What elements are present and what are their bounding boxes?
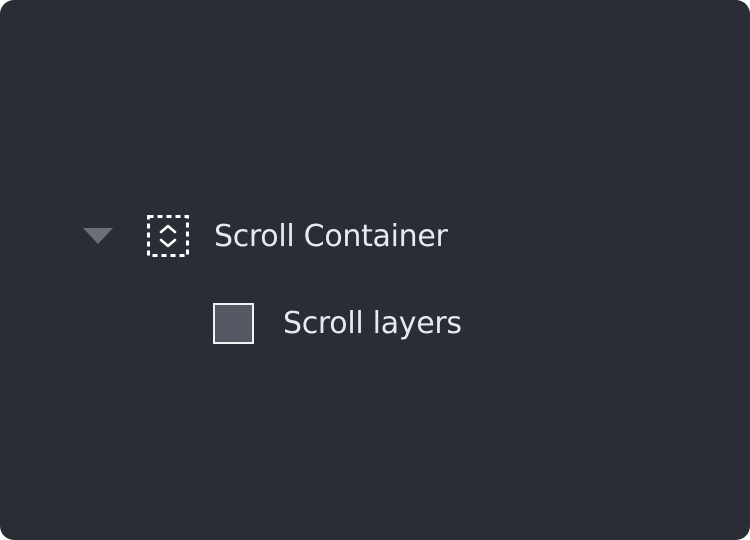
layer-row-scroll-container[interactable]: Scroll Container: [83, 215, 503, 259]
disclosure-triangle-down-icon[interactable]: [83, 227, 115, 247]
layers-panel: Scroll Container Scroll layers: [0, 0, 750, 540]
layer-label-scroll-container: Scroll Container: [214, 219, 448, 254]
layer-label-scroll-layers: Scroll layers: [283, 306, 462, 341]
layer-swatch-icon: [213, 303, 254, 344]
layer-row-scroll-layers[interactable]: Scroll layers: [212, 302, 532, 346]
scroll-container-icon: [147, 215, 189, 257]
